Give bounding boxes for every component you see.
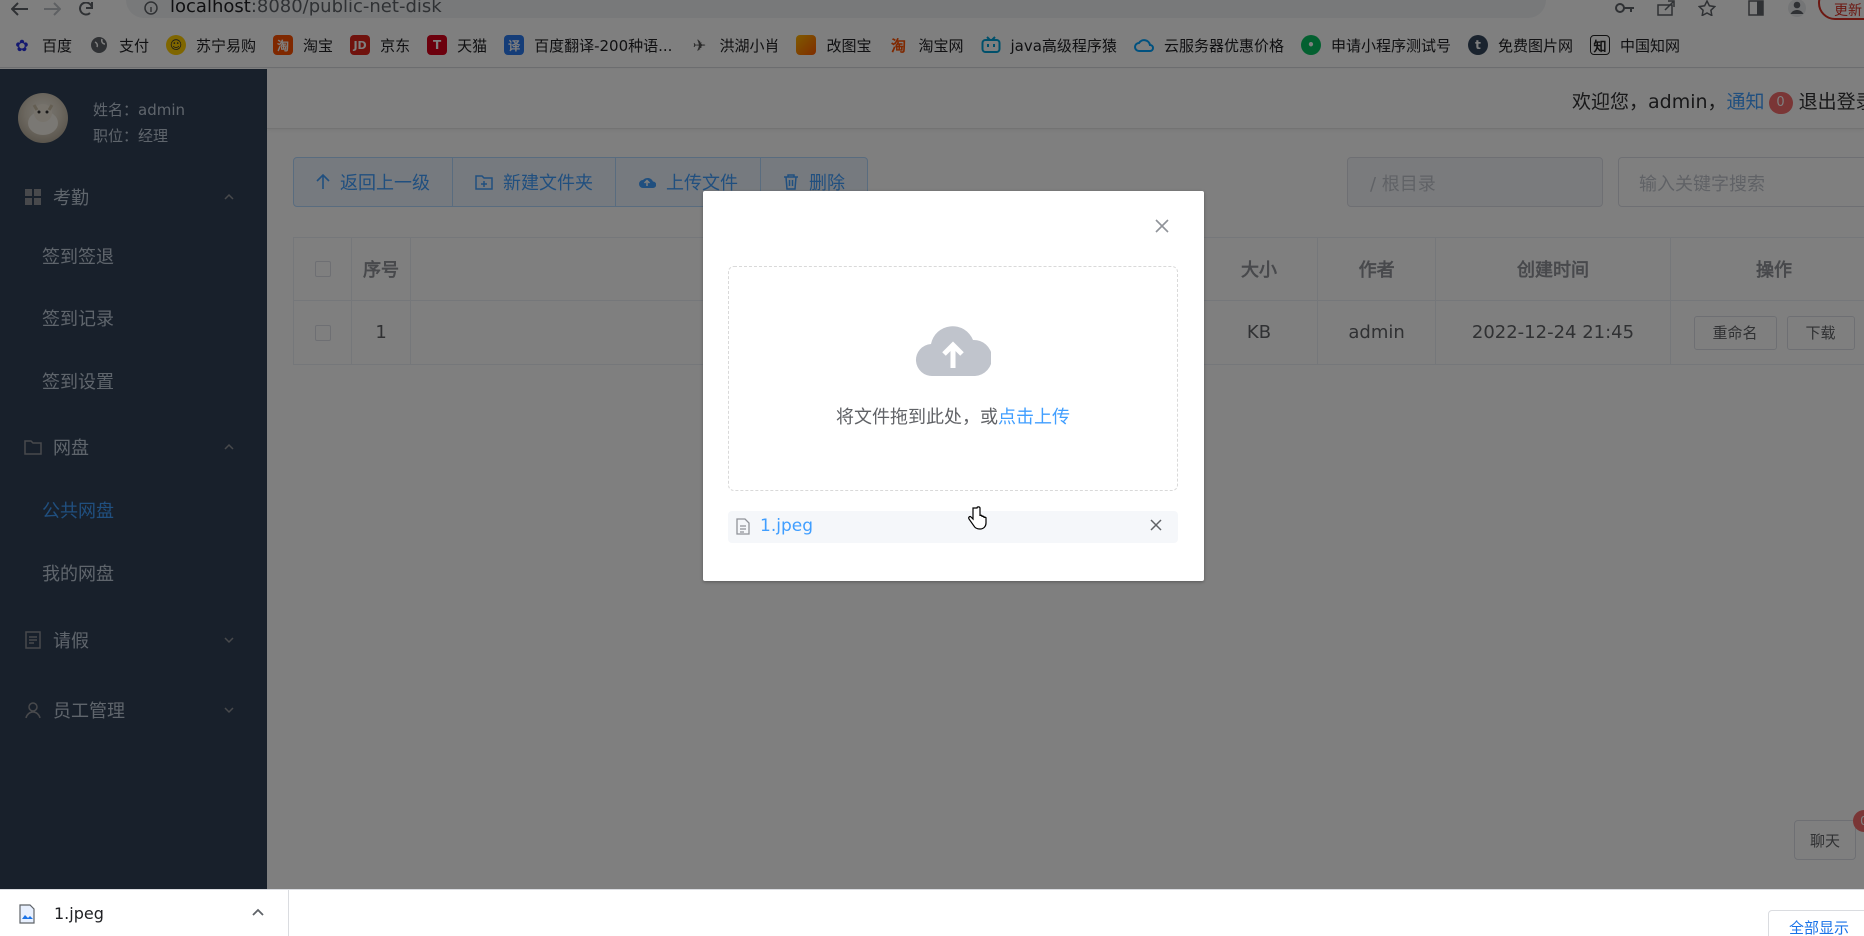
close-icon[interactable]	[1150, 519, 1162, 531]
upload-dialog: 将文件拖到此处，或点击上传 1.jpeg	[703, 191, 1204, 581]
download-filename: 1.jpeg	[54, 904, 104, 923]
hand-cursor-icon	[968, 506, 987, 530]
download-bar: 1.jpeg 全部显示	[0, 889, 1864, 936]
upload-file-item[interactable]: 1.jpeg	[728, 511, 1178, 543]
dropzone-hint: 将文件拖到此处，或	[836, 407, 998, 428]
dropzone-text: 将文件拖到此处，或点击上传	[729, 403, 1177, 429]
upload-file-name: 1.jpeg	[760, 516, 813, 536]
download-item[interactable]: 1.jpeg	[0, 890, 289, 936]
document-icon	[736, 518, 750, 535]
close-icon[interactable]	[1151, 215, 1173, 237]
image-file-icon	[19, 904, 35, 924]
cloud-upload-icon	[916, 326, 991, 377]
show-all-button[interactable]: 全部显示	[1768, 910, 1864, 936]
chevron-up-icon[interactable]	[252, 908, 264, 916]
click-upload-link[interactable]: 点击上传	[998, 407, 1070, 428]
upload-dropzone[interactable]: 将文件拖到此处，或点击上传	[728, 266, 1178, 491]
